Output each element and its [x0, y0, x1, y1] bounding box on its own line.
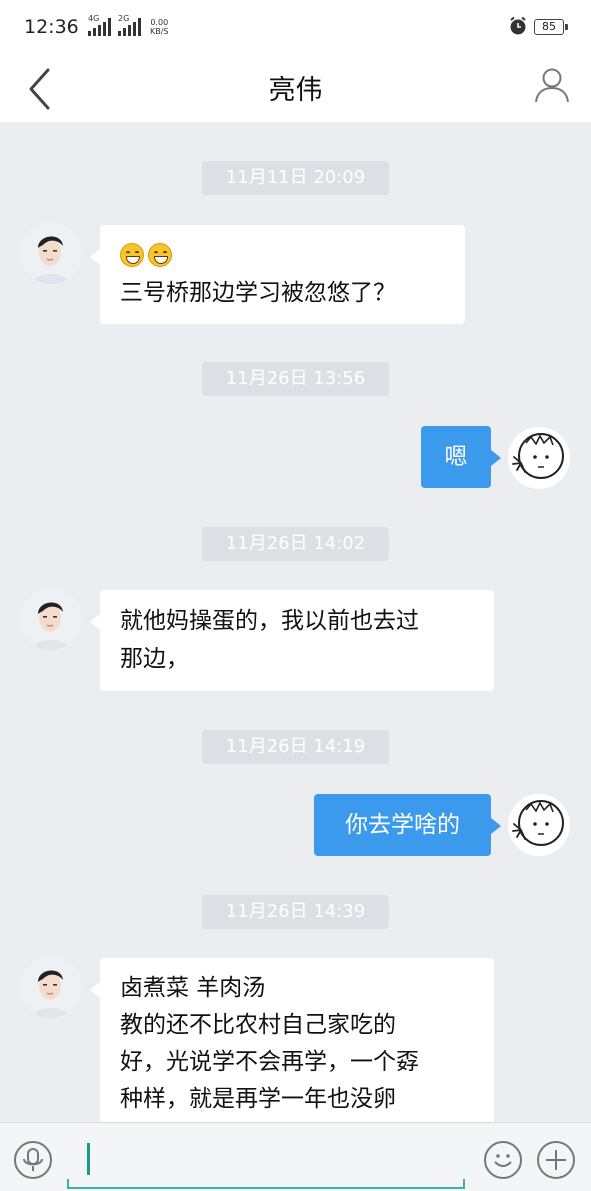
sent-message-bubble[interactable]: 你去学啥的	[314, 794, 501, 856]
sim1-signal-icon: 4G	[88, 14, 113, 36]
battery-icon: 85	[534, 19, 568, 35]
alarm-icon	[510, 16, 526, 35]
cartoon-avatar-icon	[512, 800, 564, 846]
timestamp: 11月26日 14:39	[202, 895, 389, 929]
text-cursor	[87, 1143, 90, 1175]
person-icon[interactable]	[531, 64, 573, 106]
received-message-bubble[interactable]: 卤煮菜 羊肉汤 教的还不比农村自己家吃的 好，光说学不会再学，一个孬 种样，就是…	[90, 958, 494, 1122]
message-text: 卤煮菜 羊肉汤	[120, 975, 266, 1001]
contact-photo	[20, 222, 82, 284]
message-text: 就他妈操蛋的，我以前也去过	[120, 608, 419, 634]
emoji-button[interactable]	[484, 1141, 522, 1179]
input-bar	[0, 1122, 591, 1191]
grinning-emoji-icon	[148, 243, 172, 267]
contact-avatar[interactable]	[20, 956, 82, 1018]
contact-photo	[20, 956, 82, 1018]
message-text: 种样，就是再学一年也没卵	[120, 1086, 396, 1112]
status-bar: 12:36 4G 2G 0.00 KB/S 85	[0, 0, 591, 56]
my-avatar[interactable]	[508, 794, 570, 856]
received-message-bubble[interactable]: 三号桥那边学习被忽悠了？	[90, 225, 465, 324]
message-input[interactable]	[67, 1131, 465, 1189]
message-text: 三号桥那边学习被忽悠了？	[120, 280, 396, 306]
smiley-icon	[494, 1154, 512, 1167]
chat-area[interactable]: 11月11日 20:09 三号桥那边学习被忽悠了？ 11月26日 13:56 嗯	[0, 122, 591, 1122]
contact-photo	[20, 588, 82, 650]
my-avatar[interactable]	[508, 427, 570, 489]
plus-icon	[546, 1150, 566, 1170]
contact-name-title: 亮伟	[268, 75, 323, 106]
received-message-bubble[interactable]: 就他妈操蛋的，我以前也去过 那边，	[90, 590, 494, 691]
microphone-icon	[23, 1148, 43, 1171]
message-text: 嗯	[444, 444, 468, 470]
network-speed: 0.00 KB/S	[150, 18, 169, 36]
sent-message-bubble[interactable]: 嗯	[421, 426, 501, 488]
sim2-signal-icon: 2G	[118, 14, 143, 36]
grinning-emoji-icon	[120, 243, 144, 267]
status-time: 12:36	[24, 16, 79, 38]
emoji-row	[120, 239, 445, 275]
message-text: 好，光说学不会再学，一个孬	[120, 1049, 419, 1075]
message-text: 那边，	[120, 646, 189, 672]
contact-avatar[interactable]	[20, 222, 82, 284]
cartoon-avatar-icon	[512, 433, 564, 479]
contact-avatar[interactable]	[20, 588, 82, 650]
timestamp: 11月26日 13:56	[202, 362, 389, 396]
timestamp: 11月26日 14:19	[202, 730, 389, 764]
timestamp: 11月11日 20:09	[202, 161, 389, 195]
timestamp: 11月26日 14:02	[202, 527, 389, 561]
voice-button[interactable]	[14, 1141, 52, 1179]
message-text: 你去学啥的	[345, 812, 460, 838]
nav-bar: 亮伟	[0, 56, 591, 122]
message-text: 教的还不比农村自己家吃的	[120, 1012, 396, 1038]
more-button[interactable]	[537, 1141, 575, 1179]
